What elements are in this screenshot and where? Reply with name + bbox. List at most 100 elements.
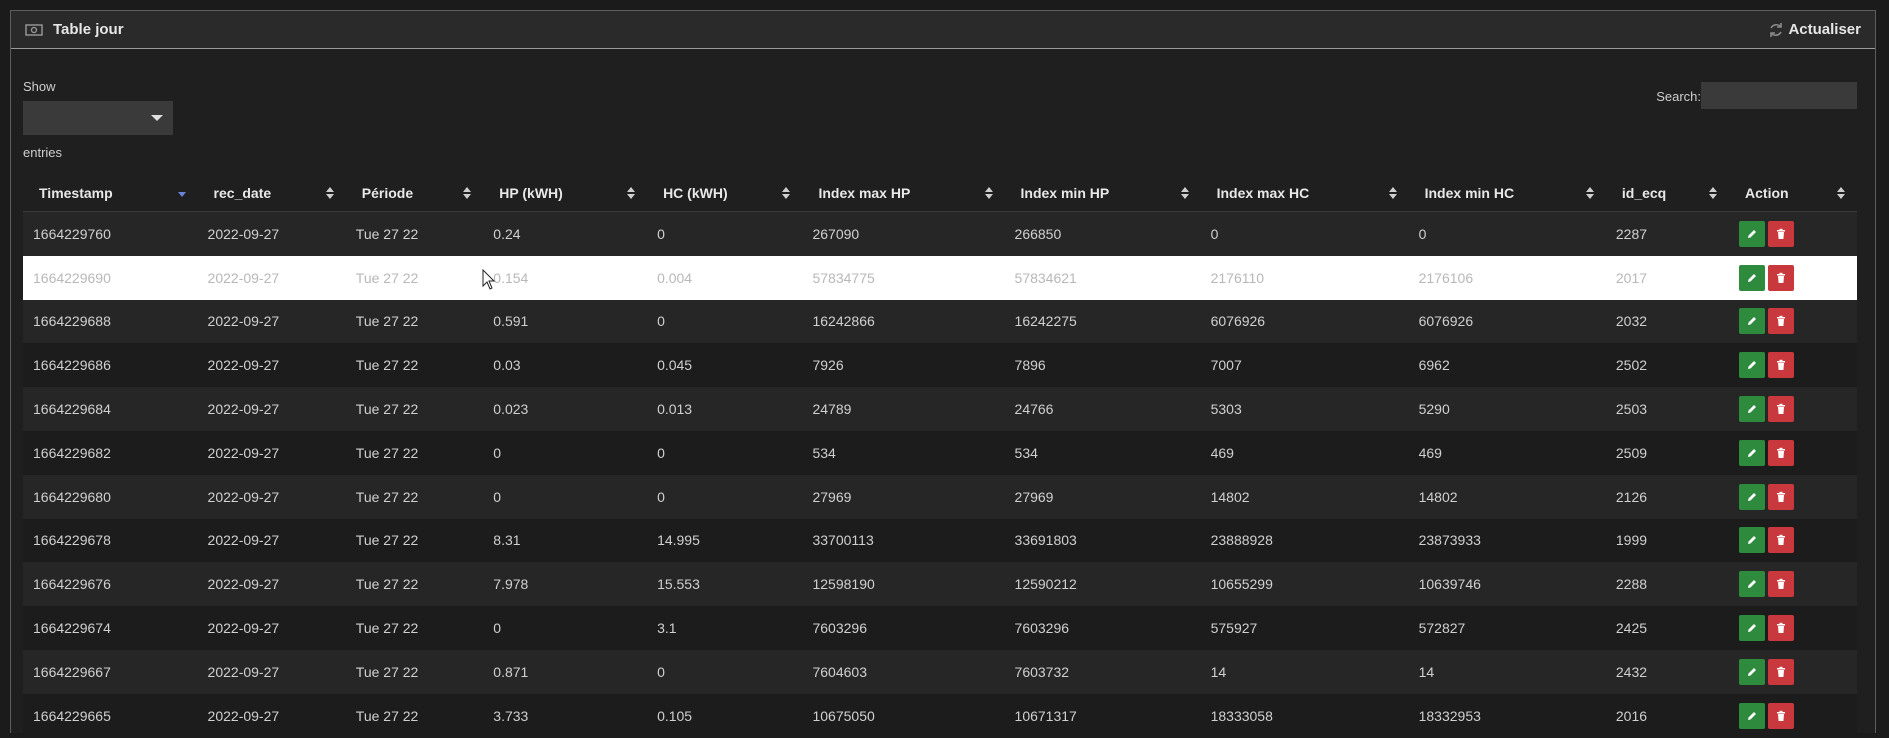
table-row[interactable]: 1664229667 2022-09-27 Tue 27 22 0.871 0 76046…	[23, 649, 1857, 694]
action-cell	[1729, 649, 1857, 694]
table-row[interactable]: 1664229676 2022-09-27 Tue 27 22 7.978 15.553…	[23, 562, 1857, 607]
table-cell: 2502	[1605, 343, 1730, 388]
table-header-row: Timestamp rec_date Période HP (kWH) HC (kWH)…	[23, 175, 1857, 212]
entries-select[interactable]	[23, 101, 173, 135]
table-cell: 1664229688	[23, 299, 198, 344]
table-row[interactable]: 1664229688 2022-09-27 Tue 27 22 0.591 0 16242…	[23, 299, 1857, 344]
delete-button[interactable]	[1768, 308, 1795, 335]
table-cell: 1664229678	[23, 518, 198, 563]
table-cell: 24789	[802, 387, 1005, 431]
table-row[interactable]: 1664229686 2022-09-27 Tue 27 22 0.03 0.045 79…	[23, 343, 1857, 388]
edit-button[interactable]	[1739, 396, 1766, 423]
column-header[interactable]: Timestamp	[23, 175, 198, 212]
edit-button[interactable]	[1739, 308, 1766, 335]
table-cell: 57834775	[802, 255, 1005, 300]
column-header[interactable]: rec_date	[197, 175, 346, 212]
delete-button[interactable]	[1768, 396, 1795, 423]
edit-button[interactable]	[1739, 615, 1766, 642]
column-header[interactable]: Action	[1729, 175, 1857, 212]
edit-button[interactable]	[1739, 702, 1766, 729]
table-panel: Table jour Actualiser Show entries Searc…	[10, 10, 1876, 738]
table-row[interactable]: 1664229684 2022-09-27 Tue 27 22 0.023 0.013 2…	[23, 387, 1857, 431]
table-cell: Tue 27 22	[345, 299, 484, 344]
column-header[interactable]: Index max HC	[1200, 175, 1409, 212]
table-cell: Tue 27 22	[345, 606, 484, 650]
column-header[interactable]: HP (kWH)	[483, 175, 648, 212]
table-cell: 7603296	[802, 606, 1005, 650]
delete-button[interactable]	[1768, 571, 1795, 598]
edit-button[interactable]	[1739, 527, 1766, 554]
delete-button[interactable]	[1768, 439, 1795, 466]
pencil-icon	[1748, 273, 1757, 282]
pencil-icon	[1748, 361, 1757, 370]
table-row[interactable]: 1664229690 2022-09-27 Tue 27 22 0.154 0.004 5…	[23, 255, 1857, 300]
column-header[interactable]: id_ecq	[1605, 175, 1730, 212]
table-row[interactable]: 1664229682 2022-09-27 Tue 27 22 0 0 534 534 469…	[23, 430, 1857, 475]
table-row[interactable]: 1664229760 2022-09-27 Tue 27 22 0.24 0 267090…	[23, 211, 1857, 256]
column-header[interactable]: Index min HP	[1004, 175, 1201, 212]
table-cell: 1664229690	[23, 255, 198, 300]
table-row[interactable]: 1664229665 2022-09-27 Tue 27 22 3.733 0.105 1…	[23, 693, 1857, 738]
table-row[interactable]: 1664229674 2022-09-27 Tue 27 22 0 3.1 7603296…	[23, 606, 1857, 650]
table-cell: 2022-09-27	[197, 387, 346, 431]
table-row[interactable]: 1664229678 2022-09-27 Tue 27 22 8.31 14.995 3…	[23, 518, 1857, 563]
refresh-button[interactable]: Actualiser	[1768, 21, 1861, 38]
table-cell: 2022-09-27	[197, 255, 346, 300]
delete-button[interactable]	[1768, 264, 1795, 291]
edit-button[interactable]	[1739, 658, 1766, 685]
table-cell: 23873933	[1408, 518, 1606, 563]
search-input[interactable]	[1701, 82, 1857, 109]
column-header[interactable]: HC (kWH)	[647, 175, 803, 212]
action-cell	[1729, 430, 1857, 475]
action-cell	[1729, 299, 1857, 344]
table-cell: Tue 27 22	[345, 430, 484, 475]
table-cell: 2425	[1605, 606, 1730, 650]
delete-button[interactable]	[1768, 220, 1795, 247]
table-cell: Tue 27 22	[345, 255, 484, 300]
delete-button[interactable]	[1768, 702, 1795, 729]
delete-button[interactable]	[1768, 615, 1795, 642]
sort-icon	[1180, 187, 1189, 199]
edit-button[interactable]	[1739, 352, 1766, 379]
table-cell: Tue 27 22	[345, 343, 484, 388]
table-cell: 267090	[802, 211, 1005, 256]
table-cell: 12598190	[802, 562, 1005, 607]
column-header[interactable]: Période	[345, 175, 484, 212]
sort-icon	[1585, 187, 1594, 199]
table-cell: 2022-09-27	[197, 518, 346, 563]
trash-icon	[1777, 710, 1786, 721]
edit-button[interactable]	[1739, 264, 1766, 291]
table-cell: 2022-09-27	[197, 693, 346, 738]
edit-button[interactable]	[1739, 439, 1766, 466]
delete-button[interactable]	[1768, 527, 1795, 554]
pencil-icon	[1748, 580, 1757, 589]
table-cell: 3.733	[483, 693, 648, 738]
table-cell: 0	[647, 211, 803, 256]
column-header[interactable]: Index max HP	[802, 175, 1005, 212]
table-cell: 2022-09-27	[197, 649, 346, 694]
delete-button[interactable]	[1768, 352, 1795, 379]
table-cell: 0.871	[483, 649, 648, 694]
column-header[interactable]: Index min HC	[1408, 175, 1606, 212]
column-header-label: rec_date	[213, 185, 272, 201]
column-header-label: Période	[361, 185, 414, 201]
table-cell: 10671317	[1004, 693, 1201, 738]
table-cell: 2509	[1605, 430, 1730, 475]
delete-button[interactable]	[1768, 658, 1795, 685]
sort-icon	[782, 187, 791, 199]
edit-button[interactable]	[1739, 220, 1766, 247]
table-cell: 0.154	[483, 255, 648, 300]
column-header-label: Index max HC	[1216, 185, 1310, 201]
edit-button[interactable]	[1739, 483, 1766, 510]
table-cell: Tue 27 22	[345, 693, 484, 738]
column-header-label: HC (kWH)	[663, 185, 728, 201]
delete-button[interactable]	[1768, 483, 1795, 510]
edit-button[interactable]	[1739, 571, 1766, 598]
table-cell: 10639746	[1408, 562, 1606, 607]
table-cell: 2016	[1605, 693, 1730, 738]
table-cell: 2022-09-27	[197, 562, 346, 607]
table-cell: 1999	[1605, 518, 1730, 563]
table-cell: 2126	[1605, 474, 1730, 519]
pencil-icon	[1748, 624, 1757, 633]
table-row[interactable]: 1664229680 2022-09-27 Tue 27 22 0 0 27969 2796…	[23, 474, 1857, 519]
